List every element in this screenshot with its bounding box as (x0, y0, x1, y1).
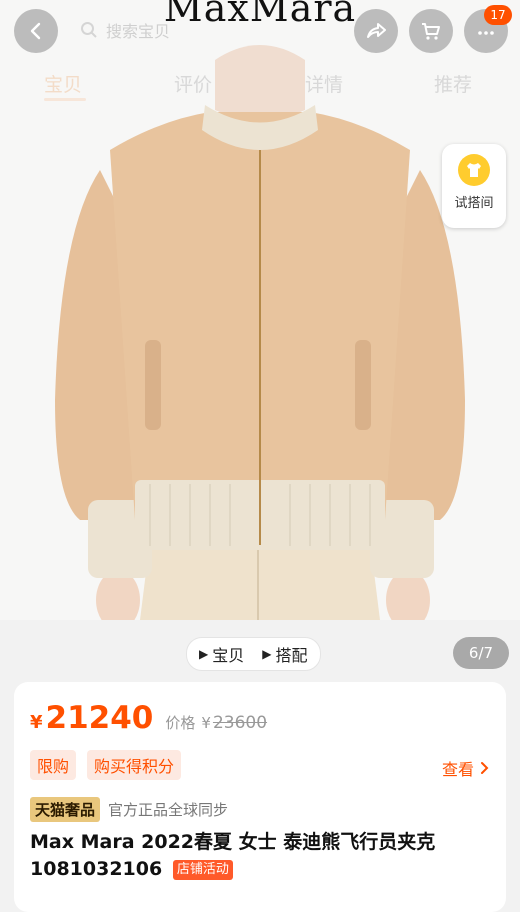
chevron-left-icon (30, 22, 41, 40)
cart-button[interactable] (409, 9, 453, 53)
gallery-match-button[interactable]: ▶ 搭配 (262, 642, 307, 666)
back-button[interactable] (14, 9, 58, 53)
play-icon: ▶ (199, 647, 209, 661)
cart-count-badge: 17 (484, 5, 512, 25)
shirt-icon (458, 154, 490, 186)
gallery-match-label: 搭配 (275, 646, 308, 665)
search-hint[interactable]: 搜索宝贝 (80, 18, 170, 42)
section-tabs: 宝贝 评价 详情 推荐 (0, 70, 520, 101)
cart-icon (422, 23, 440, 40)
tab-underline (44, 98, 86, 101)
price-row: ¥ 21240 价格 ¥ 23600 (30, 700, 267, 736)
product-title: Max Mara 2022春夏 女士 泰迪熊飞行员夹克 1081032106 店… (30, 829, 490, 883)
share-icon (367, 23, 386, 38)
search-icon (81, 22, 97, 38)
search-placeholder: 搜索宝贝 (106, 22, 171, 41)
share-button[interactable] (354, 9, 398, 53)
tab-recommend[interactable]: 推荐 (434, 70, 472, 97)
tmall-luxury-badge: 天猫奢品 (30, 797, 101, 822)
tab-item[interactable]: 宝贝 (44, 70, 82, 97)
more-button[interactable]: 17 (464, 5, 512, 53)
tab-details[interactable]: 详情 (305, 70, 343, 97)
original-price-label: 价格 (165, 714, 196, 732)
luxury-row: 天猫奢品 官方正品全球同步 (30, 797, 228, 822)
view-promotions-link[interactable]: 查看 (442, 756, 490, 780)
points-tag: 购买得积分 (87, 750, 182, 780)
gallery-switcher: ▶ 宝贝 ▶ 搭配 (186, 637, 321, 671)
view-label: 查看 (441, 760, 474, 779)
purchase-limit-tag: 限购 (30, 750, 77, 780)
try-on-label: 试搭间 (454, 196, 494, 211)
price-currency: ¥ (30, 712, 43, 733)
original-price-currency: ¥ (201, 714, 211, 732)
price-value: 21240 (45, 700, 154, 736)
gallery-item-button[interactable]: ▶ 宝贝 (199, 642, 244, 666)
store-activity-tag[interactable]: 店铺活动 (172, 860, 233, 880)
gallery-item-label: 宝贝 (212, 646, 245, 665)
play-icon: ▶ (262, 647, 272, 661)
original-price-value: 23600 (212, 713, 268, 733)
gallery-bar: ▶ 宝贝 ▶ 搭配 6/7 (0, 620, 520, 682)
page-indicator: 6/7 (453, 637, 509, 669)
product-info-card: ¥ 21240 价格 ¥ 23600 限购 购买得积分 查看 天猫奢品 官方正品… (14, 682, 506, 912)
authentic-text: 官方正品全球同步 (108, 801, 229, 819)
product-image[interactable]: MaxMara 搜索宝贝 17 宝贝 评价 详情 推荐 试搭间 (0, 0, 520, 620)
chevron-right-icon (481, 762, 489, 774)
tab-reviews[interactable]: 评价 (174, 70, 212, 97)
try-on-button[interactable]: 试搭间 (442, 144, 506, 228)
